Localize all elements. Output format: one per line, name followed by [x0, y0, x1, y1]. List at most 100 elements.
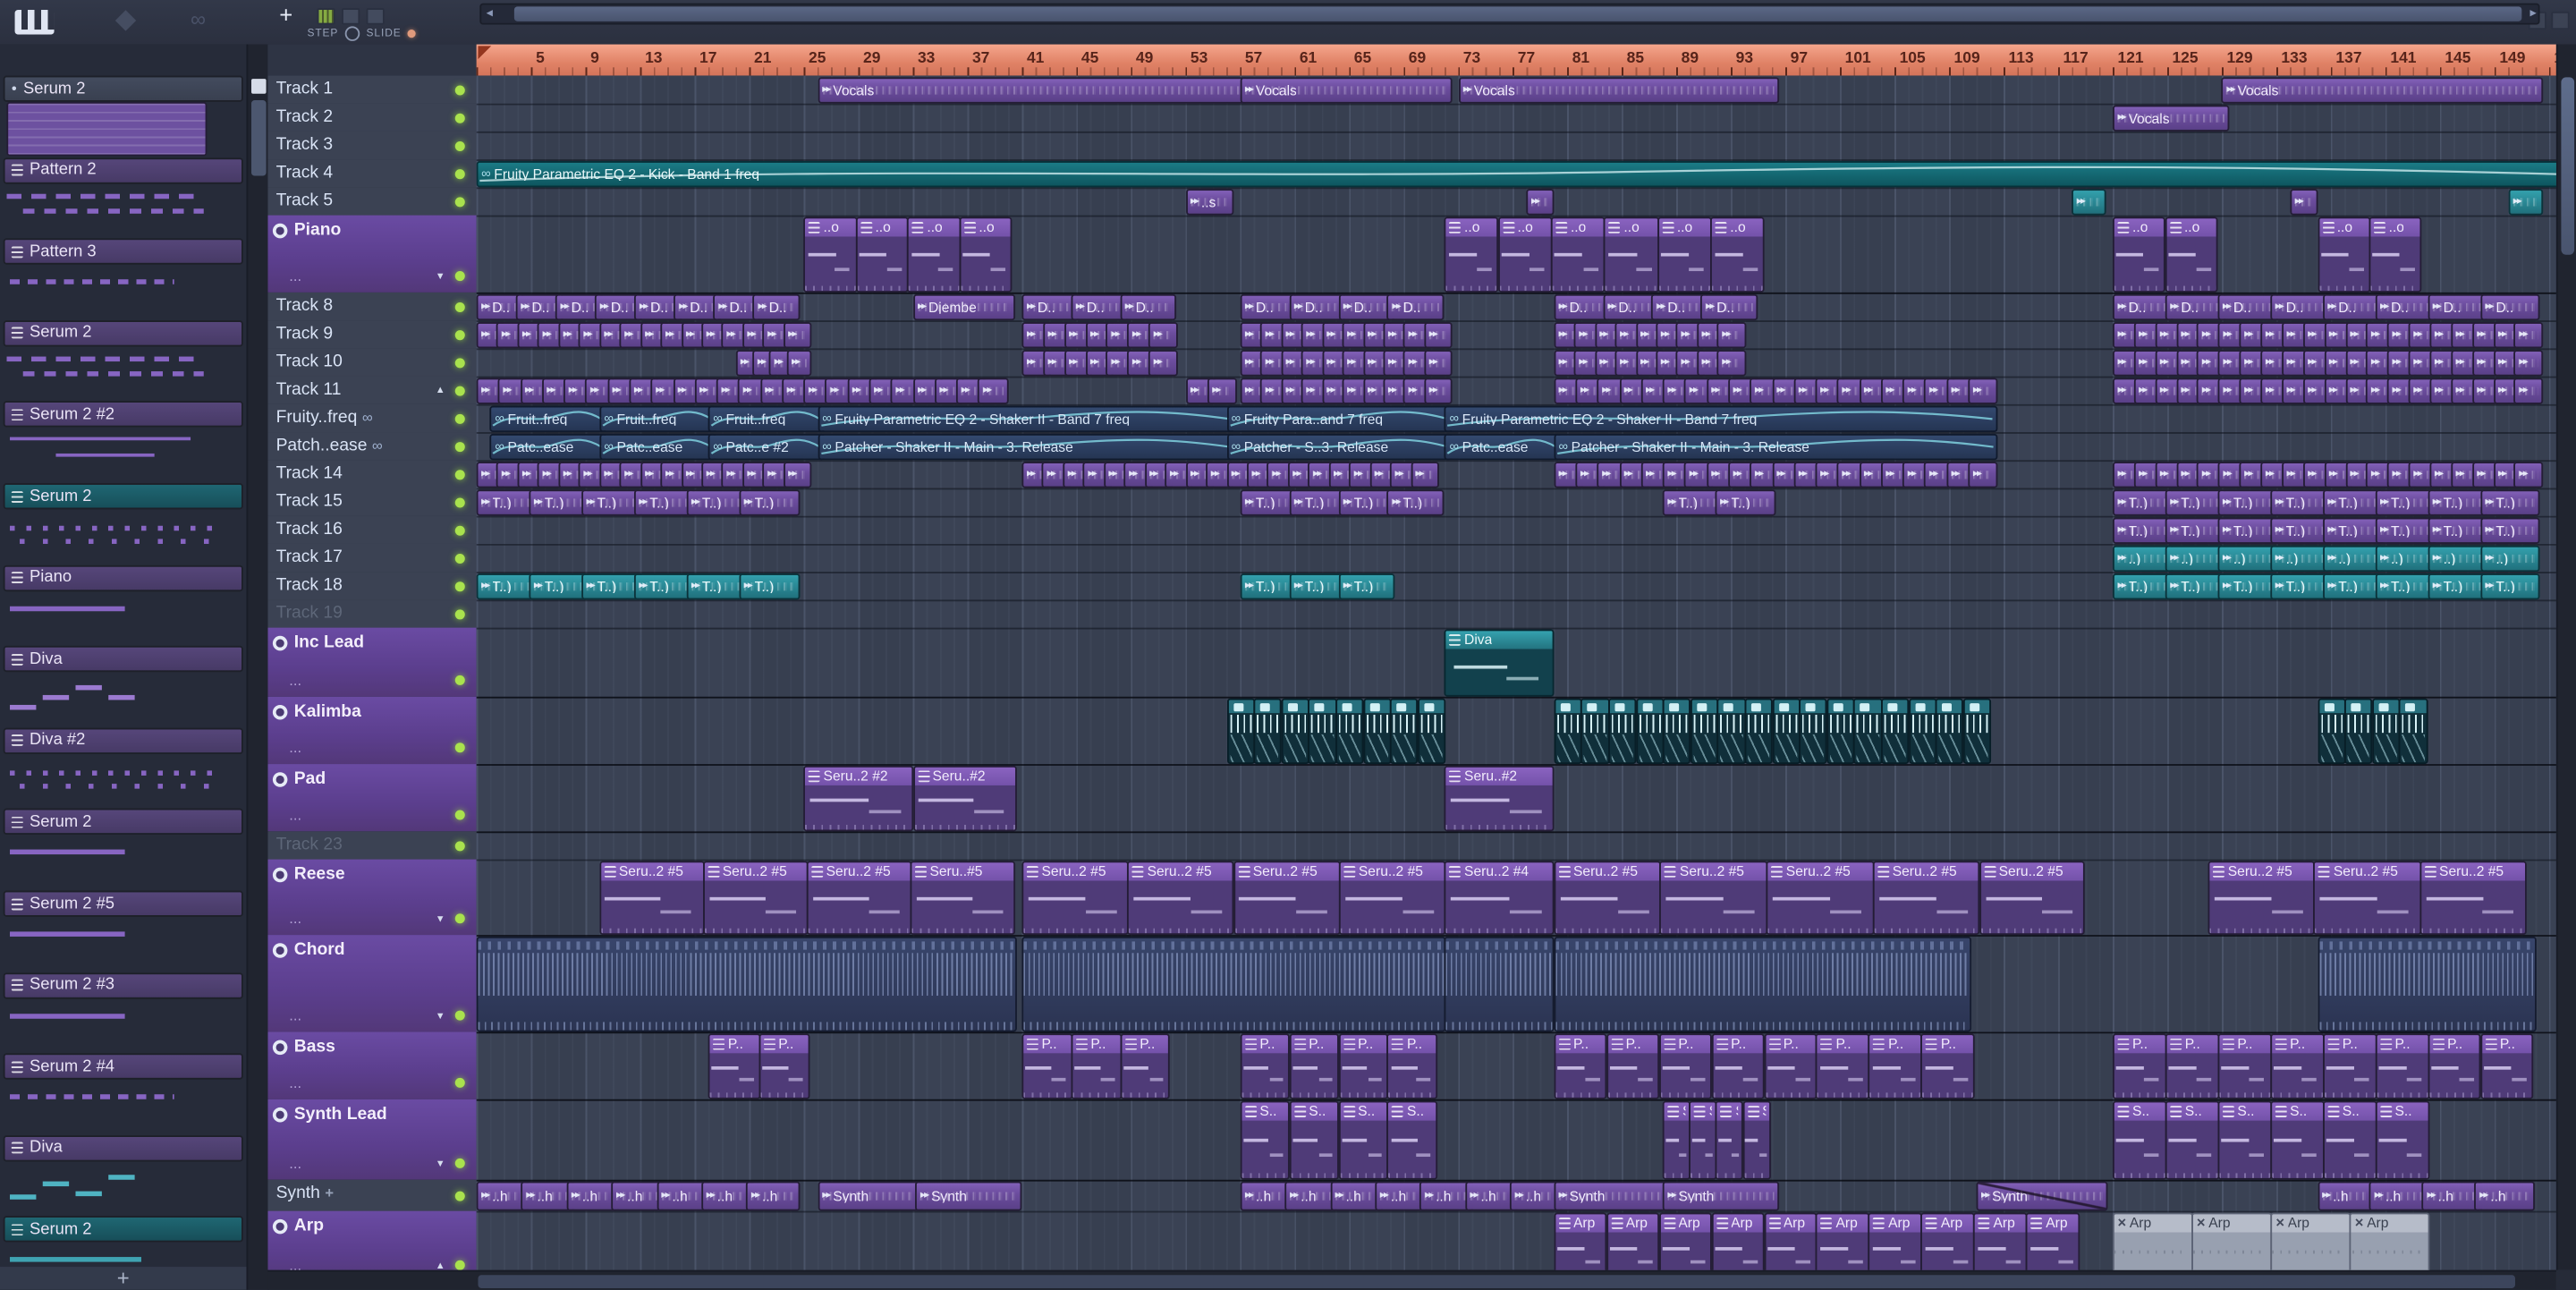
- pattern-scroll-thumb[interactable]: [251, 100, 267, 176]
- mute-led[interactable]: [454, 743, 465, 753]
- clip-pat[interactable]: Arp: [1868, 1212, 1923, 1270]
- clip-audt[interactable]: ▸▸..): [2428, 545, 2488, 573]
- clip-pat[interactable]: Arp: [1763, 1212, 1818, 1270]
- pattern-item[interactable]: Diva: [3, 646, 243, 726]
- clip-pat[interactable]: Arp: [1553, 1212, 1608, 1270]
- clip-audt[interactable]: ▸▸ T..): [1338, 573, 1395, 600]
- clip-pat[interactable]: Seru..2 #5: [1553, 861, 1662, 936]
- clip-pat[interactable]: P..: [2375, 1033, 2429, 1099]
- mute-led[interactable]: [454, 913, 465, 924]
- clip-aud[interactable]: ▸▸ T..): [476, 489, 538, 516]
- mute-led[interactable]: [454, 553, 465, 564]
- clip-kal[interactable]: [1690, 698, 1719, 765]
- clip-pat[interactable]: Seru..2 #5: [1766, 861, 1875, 936]
- slide-led[interactable]: [408, 30, 417, 38]
- track-track-10[interactable]: Track 10: [267, 348, 477, 378]
- clip-pat[interactable]: P..: [1763, 1033, 1818, 1099]
- track-track-8[interactable]: Track 8: [267, 292, 477, 322]
- pattern-name[interactable]: Serum 2 #3: [3, 972, 243, 998]
- track-inc-lead[interactable]: Inc Lead...: [267, 627, 477, 699]
- clip-aud[interactable]: ▸▸ T..): [2217, 517, 2278, 544]
- clip-pat[interactable]: S..: [1662, 1100, 1691, 1180]
- clip-pat[interactable]: Arp: [2026, 1212, 2080, 1270]
- track-pad[interactable]: Pad...: [267, 764, 477, 834]
- add-track-button[interactable]: +: [279, 4, 292, 27]
- clip-pat[interactable]: ..o: [907, 216, 961, 293]
- clip-aud[interactable]: ▸▸: [786, 350, 812, 377]
- clip-auto[interactable]: ∞ Patcher - Shaker II - Main - 3. Release: [817, 433, 1234, 461]
- pattern-item[interactable]: Pattern 2: [3, 157, 243, 238]
- track-track-23[interactable]: Track 23: [267, 831, 477, 861]
- clip-aud[interactable]: ▸▸ D..: [2322, 293, 2384, 321]
- clip-aud[interactable]: ▸▸: [978, 378, 1008, 404]
- clip-pat[interactable]: P..: [708, 1033, 760, 1099]
- clip-aud[interactable]: ▸▸ D..: [2165, 293, 2226, 321]
- dropdown-arrow-icon[interactable]: ▲: [436, 1262, 445, 1270]
- clip-pat[interactable]: ..o: [2112, 216, 2166, 293]
- pattern-item[interactable]: Pattern 3: [3, 238, 243, 319]
- clip-aud[interactable]: ▸▸: [2513, 321, 2544, 349]
- track-bass[interactable]: Bass...: [267, 1031, 477, 1101]
- mute-led[interactable]: [454, 469, 465, 480]
- step-toggle[interactable]: [344, 26, 360, 41]
- clip-aud[interactable]: ▸▸ D..: [1240, 293, 1298, 321]
- clip-pat[interactable]: S..: [1240, 1100, 1291, 1180]
- clip-aud[interactable]: ▸▸: [2513, 378, 2544, 404]
- clip-pat[interactable]: Arp: [1711, 1212, 1766, 1270]
- clip-patt[interactable]: Diva: [1445, 629, 1555, 697]
- clip-aud[interactable]: ▸▸ T..): [2479, 517, 2541, 544]
- collapse-arrow-icon[interactable]: ▲: [436, 386, 445, 395]
- track-track-16[interactable]: Track 16: [267, 515, 477, 546]
- clip-pat[interactable]: S..: [2322, 1100, 2377, 1180]
- clip-mut[interactable]: × Arp: [2270, 1212, 2351, 1270]
- pattern-name[interactable]: Serum 2: [3, 319, 243, 347]
- sparkle-icon[interactable]: [114, 10, 137, 31]
- clip-kal[interactable]: [1662, 698, 1691, 765]
- clip-aud[interactable]: ▸▸ ..s: [1185, 189, 1234, 216]
- clip-aud[interactable]: ▸▸ T..): [686, 489, 747, 516]
- clip-aud[interactable]: ▸▸ Synth: [915, 1181, 1022, 1211]
- clip-aud[interactable]: ▸▸ T..): [1662, 489, 1724, 516]
- pattern-name[interactable]: Serum 2: [3, 809, 243, 836]
- clip-pat[interactable]: P..: [2165, 1033, 2219, 1099]
- clip-audt[interactable]: ▸▸..): [2217, 545, 2278, 573]
- clip-pat[interactable]: Seru..2 #5: [598, 861, 705, 936]
- pattern-name[interactable]: Serum 2 #4: [3, 1053, 243, 1081]
- mute-led[interactable]: [454, 581, 465, 591]
- track-chord[interactable]: Chord... ▼: [267, 935, 477, 1034]
- clip-aud[interactable]: ▸▸ T..): [2270, 489, 2331, 516]
- clip-pat[interactable]: ..o: [803, 216, 857, 293]
- clip-aud[interactable]: ▸▸ T..): [633, 489, 695, 516]
- clip-pat[interactable]: P..: [758, 1033, 811, 1099]
- clip-chord[interactable]: [1553, 936, 1971, 1032]
- clip-auto[interactable]: ∞ Patcher - S..3. Release: [1226, 433, 1453, 461]
- mute-led[interactable]: [454, 168, 465, 179]
- pattern-name[interactable]: • Serum 2: [3, 75, 243, 102]
- mute-led[interactable]: [454, 1158, 465, 1168]
- clip-pat[interactable]: S..: [1742, 1100, 1771, 1180]
- track-kalimba[interactable]: Kalimba...: [267, 696, 477, 766]
- clip-kal[interactable]: [1335, 698, 1364, 765]
- mute-led[interactable]: [454, 112, 465, 123]
- clip-pat[interactable]: S..: [2112, 1100, 2167, 1180]
- clip-aud[interactable]: ▸▸ Vocals: [1240, 77, 1453, 104]
- scroll-left-icon[interactable]: ◂: [487, 5, 493, 21]
- clip-aud[interactable]: ▸▸ Synth: [1553, 1181, 1671, 1211]
- clip-chord[interactable]: [1445, 936, 1555, 1032]
- clip-chord[interactable]: [1021, 936, 1446, 1032]
- track-track-19[interactable]: Track 19: [267, 599, 477, 630]
- clip-audt[interactable]: ▸▸ T..): [2375, 573, 2436, 600]
- clip-audt[interactable]: ▸▸..): [2375, 545, 2436, 573]
- clip-kal[interactable]: [1607, 698, 1637, 765]
- clip-kal[interactable]: [2317, 698, 2346, 765]
- playlist-v-scrollbar[interactable]: [2555, 44, 2576, 1270]
- clip-aud[interactable]: ▸▸ Synth: [1976, 1181, 2107, 1211]
- clip-pat[interactable]: Arp: [1973, 1212, 2028, 1270]
- clip-auto[interactable]: ∞ Patc..ease: [598, 433, 716, 461]
- pattern-name[interactable]: Serum 2 #2: [3, 401, 243, 429]
- track-track-2[interactable]: Track 2: [267, 103, 477, 133]
- mute-led[interactable]: [454, 1077, 465, 1088]
- clip-pat[interactable]: P..: [1338, 1033, 1389, 1099]
- clip-kal[interactable]: [1962, 698, 1992, 765]
- pattern-item[interactable]: Serum 2 #5: [3, 890, 243, 971]
